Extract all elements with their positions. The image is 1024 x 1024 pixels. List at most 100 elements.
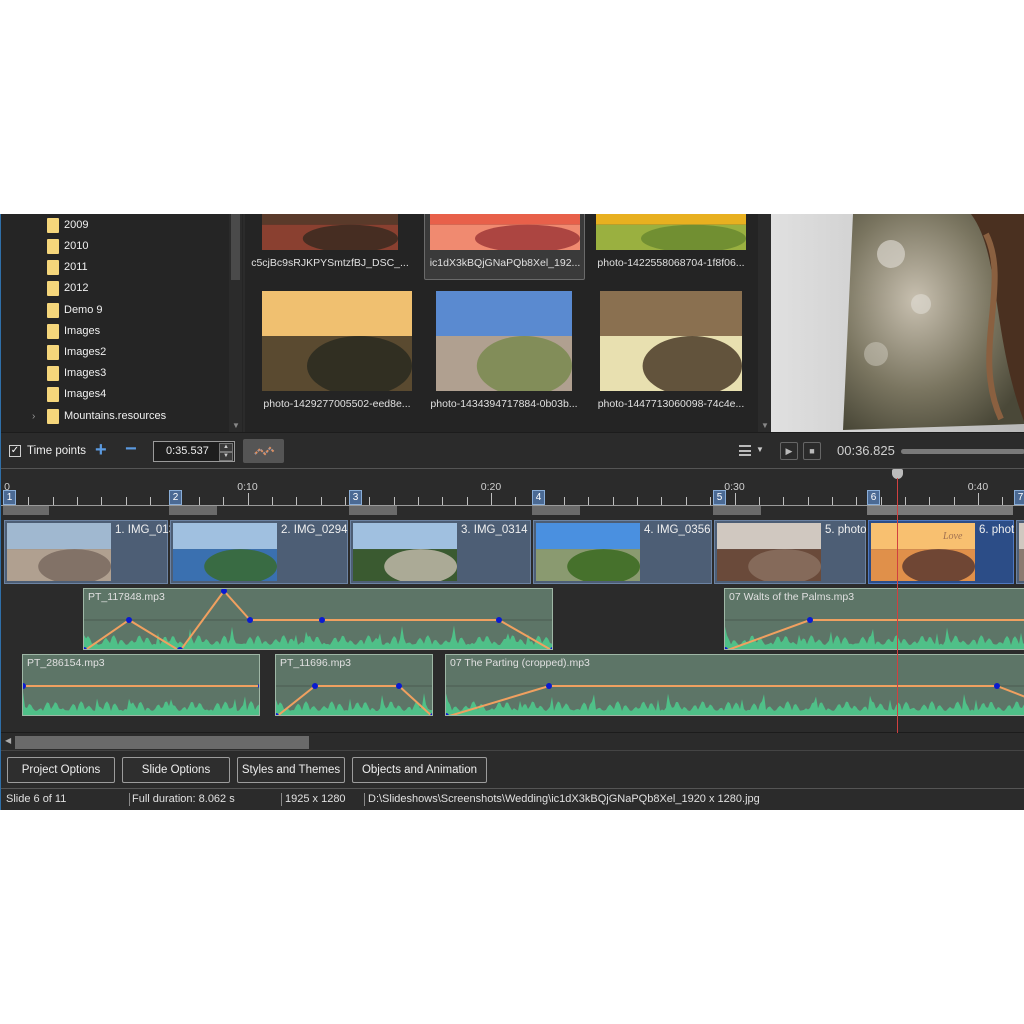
transition-bar[interactable] bbox=[532, 506, 580, 515]
file-thumbnail[interactable]: photo-1447713060098-74c4e... bbox=[598, 291, 770, 410]
scrollbar-thumb[interactable] bbox=[15, 736, 309, 749]
tree-item[interactable]: Images4 bbox=[29, 384, 106, 404]
ruler-tick bbox=[320, 497, 322, 505]
transition-bar[interactable] bbox=[713, 506, 761, 515]
tree-item[interactable]: Images2 bbox=[29, 342, 106, 362]
play-button[interactable]: ▶ bbox=[780, 442, 798, 460]
slide-preview bbox=[771, 214, 1024, 432]
objects-animation-button[interactable]: Objects and Animation bbox=[352, 757, 487, 783]
audio-clip[interactable]: PT_11696.mp3 bbox=[275, 654, 433, 716]
slide-item[interactable]: Love 6. phot bbox=[868, 520, 1014, 584]
file-caption: photo-1447713060098-74c4e... bbox=[597, 398, 745, 410]
scroll-down-icon[interactable]: ▼ bbox=[232, 421, 240, 430]
tree-item[interactable]: › Mountains.resources bbox=[29, 406, 166, 426]
envelope-curve-button[interactable] bbox=[243, 439, 284, 463]
slide-item[interactable]: 1. IMG_013 bbox=[4, 520, 175, 584]
tree-scrollbar[interactable]: ▼ bbox=[229, 214, 242, 432]
slide-thumbnail bbox=[353, 523, 457, 581]
slide-marker[interactable]: 2 bbox=[169, 490, 182, 505]
envelope-point[interactable] bbox=[807, 617, 813, 623]
tree-item[interactable]: Demo 9 bbox=[29, 300, 103, 320]
envelope-point[interactable] bbox=[126, 617, 132, 623]
slides-track: 1. IMG_013 2. IMG_0294 3. IMG_0314 4. IM… bbox=[1, 518, 1024, 586]
divider bbox=[364, 793, 365, 806]
ruler-tick bbox=[953, 497, 955, 505]
folder-icon bbox=[47, 238, 59, 254]
transition-bar[interactable] bbox=[867, 506, 1013, 515]
slide-marker[interactable]: 6 bbox=[867, 490, 880, 505]
styles-themes-button[interactable]: Styles and Themes bbox=[237, 757, 345, 783]
file-thumbnail[interactable]: c5cjBc9sRJKPYSmtzfBJ_DSC_... bbox=[251, 214, 432, 269]
slide-item[interactable] bbox=[1016, 520, 1024, 584]
envelope-point[interactable] bbox=[258, 683, 260, 689]
slide-item[interactable]: 3. IMG_0314 bbox=[350, 520, 531, 584]
tree-item[interactable]: Images3 bbox=[29, 363, 106, 383]
slide-marker[interactable]: 7 bbox=[1014, 490, 1024, 505]
tree-item[interactable]: 2009 bbox=[29, 215, 88, 235]
browser-scrollbar[interactable]: ▼ bbox=[758, 214, 771, 432]
tree-item[interactable]: 2010 bbox=[29, 236, 88, 256]
slide-marker[interactable]: 1 bbox=[3, 490, 16, 505]
slide-marker[interactable]: 4 bbox=[532, 490, 545, 505]
envelope-point[interactable] bbox=[247, 617, 253, 623]
ruler-tick bbox=[417, 497, 419, 505]
thumbnail-image bbox=[262, 214, 398, 250]
envelope-point[interactable] bbox=[23, 683, 26, 689]
chevron-down-icon[interactable]: ▼ bbox=[756, 445, 764, 454]
timeline-ruler[interactable]: 0 0:10 0:20 0:30 0:40 1 2 3 4 5 6 7 bbox=[1, 468, 1024, 518]
slide-options-button[interactable]: Slide Options bbox=[122, 757, 230, 783]
file-caption: ic1dX3kBQjGNaPQb8Xel_192... bbox=[429, 257, 581, 269]
folder-icon bbox=[47, 365, 59, 381]
divider bbox=[129, 793, 130, 806]
audio-clip[interactable]: 07 Walts of the Palms.mp3 bbox=[724, 588, 1024, 650]
envelope-point[interactable] bbox=[994, 683, 1000, 689]
transition-bar[interactable] bbox=[349, 506, 397, 515]
slide-item[interactable]: 5. photo bbox=[714, 520, 867, 584]
envelope-point[interactable] bbox=[312, 683, 318, 689]
time-points-checkbox[interactable]: ✓ bbox=[9, 445, 21, 457]
file-caption: photo-1422558068704-1f8f06... bbox=[597, 257, 745, 269]
file-thumbnail[interactable]: photo-1429277005502-eed8e... bbox=[262, 291, 432, 410]
tree-item[interactable]: Images bbox=[29, 321, 100, 341]
remove-time-point-icon[interactable]: − bbox=[125, 438, 137, 461]
audio-clip[interactable]: 07 The Parting (cropped).mp3 bbox=[445, 654, 1024, 716]
slide-thumbnail bbox=[7, 523, 111, 581]
playhead-line bbox=[897, 478, 898, 733]
stop-button[interactable]: ■ bbox=[803, 442, 821, 460]
envelope-point[interactable] bbox=[396, 683, 402, 689]
slide-marker[interactable]: 5 bbox=[713, 490, 726, 505]
transition-bar[interactable] bbox=[169, 506, 217, 515]
transition-bar[interactable] bbox=[3, 506, 49, 515]
scroll-down-icon[interactable]: ▼ bbox=[761, 421, 769, 430]
file-thumbnail[interactable]: photo-1422558068704-1f8f06... bbox=[596, 214, 766, 269]
chevron-right-icon[interactable]: › bbox=[32, 411, 35, 422]
scroll-left-icon[interactable]: ◀ bbox=[5, 736, 11, 745]
folder-icon bbox=[47, 408, 59, 424]
divider bbox=[281, 793, 282, 806]
add-time-point-icon[interactable]: + bbox=[95, 439, 107, 462]
spin-down-icon[interactable]: ▼ bbox=[219, 452, 233, 461]
envelope-point[interactable] bbox=[546, 683, 552, 689]
timeline-scrollbar[interactable]: ◀ bbox=[1, 732, 1024, 749]
file-caption: c5cjBc9sRJKPYSmtzfBJ_DSC_... bbox=[251, 257, 409, 269]
audio-clip[interactable]: PT_286154.mp3 bbox=[22, 654, 260, 716]
tree-item-label: 2010 bbox=[64, 240, 89, 252]
scrollbar-thumb[interactable] bbox=[231, 214, 240, 280]
project-options-button[interactable]: Project Options bbox=[7, 757, 115, 783]
spin-up-icon[interactable]: ▲ bbox=[219, 443, 233, 452]
menu-icon[interactable] bbox=[739, 445, 751, 456]
audio-clip[interactable]: PT_117848.mp3 bbox=[83, 588, 553, 650]
envelope-point[interactable] bbox=[496, 617, 502, 623]
slide-thumbnail bbox=[173, 523, 277, 581]
tree-item[interactable]: 2012 bbox=[29, 278, 88, 298]
slide-item[interactable]: 4. IMG_0356 bbox=[533, 520, 712, 584]
slide-item[interactable]: 2. IMG_0294 bbox=[170, 520, 348, 584]
time-point-input[interactable]: 0:35.537 ▲ ▼ bbox=[153, 441, 235, 462]
file-thumbnail[interactable]: ic1dX3kBQjGNaPQb8Xel_192... bbox=[424, 214, 600, 280]
envelope-point[interactable] bbox=[319, 617, 325, 623]
slide-marker[interactable]: 3 bbox=[349, 490, 362, 505]
playback-progress[interactable] bbox=[901, 449, 1024, 454]
file-thumbnail[interactable]: photo-1434394717884-0b03b... bbox=[430, 291, 606, 410]
ruler-tick bbox=[28, 497, 30, 505]
tree-item[interactable]: 2011 bbox=[29, 257, 88, 277]
